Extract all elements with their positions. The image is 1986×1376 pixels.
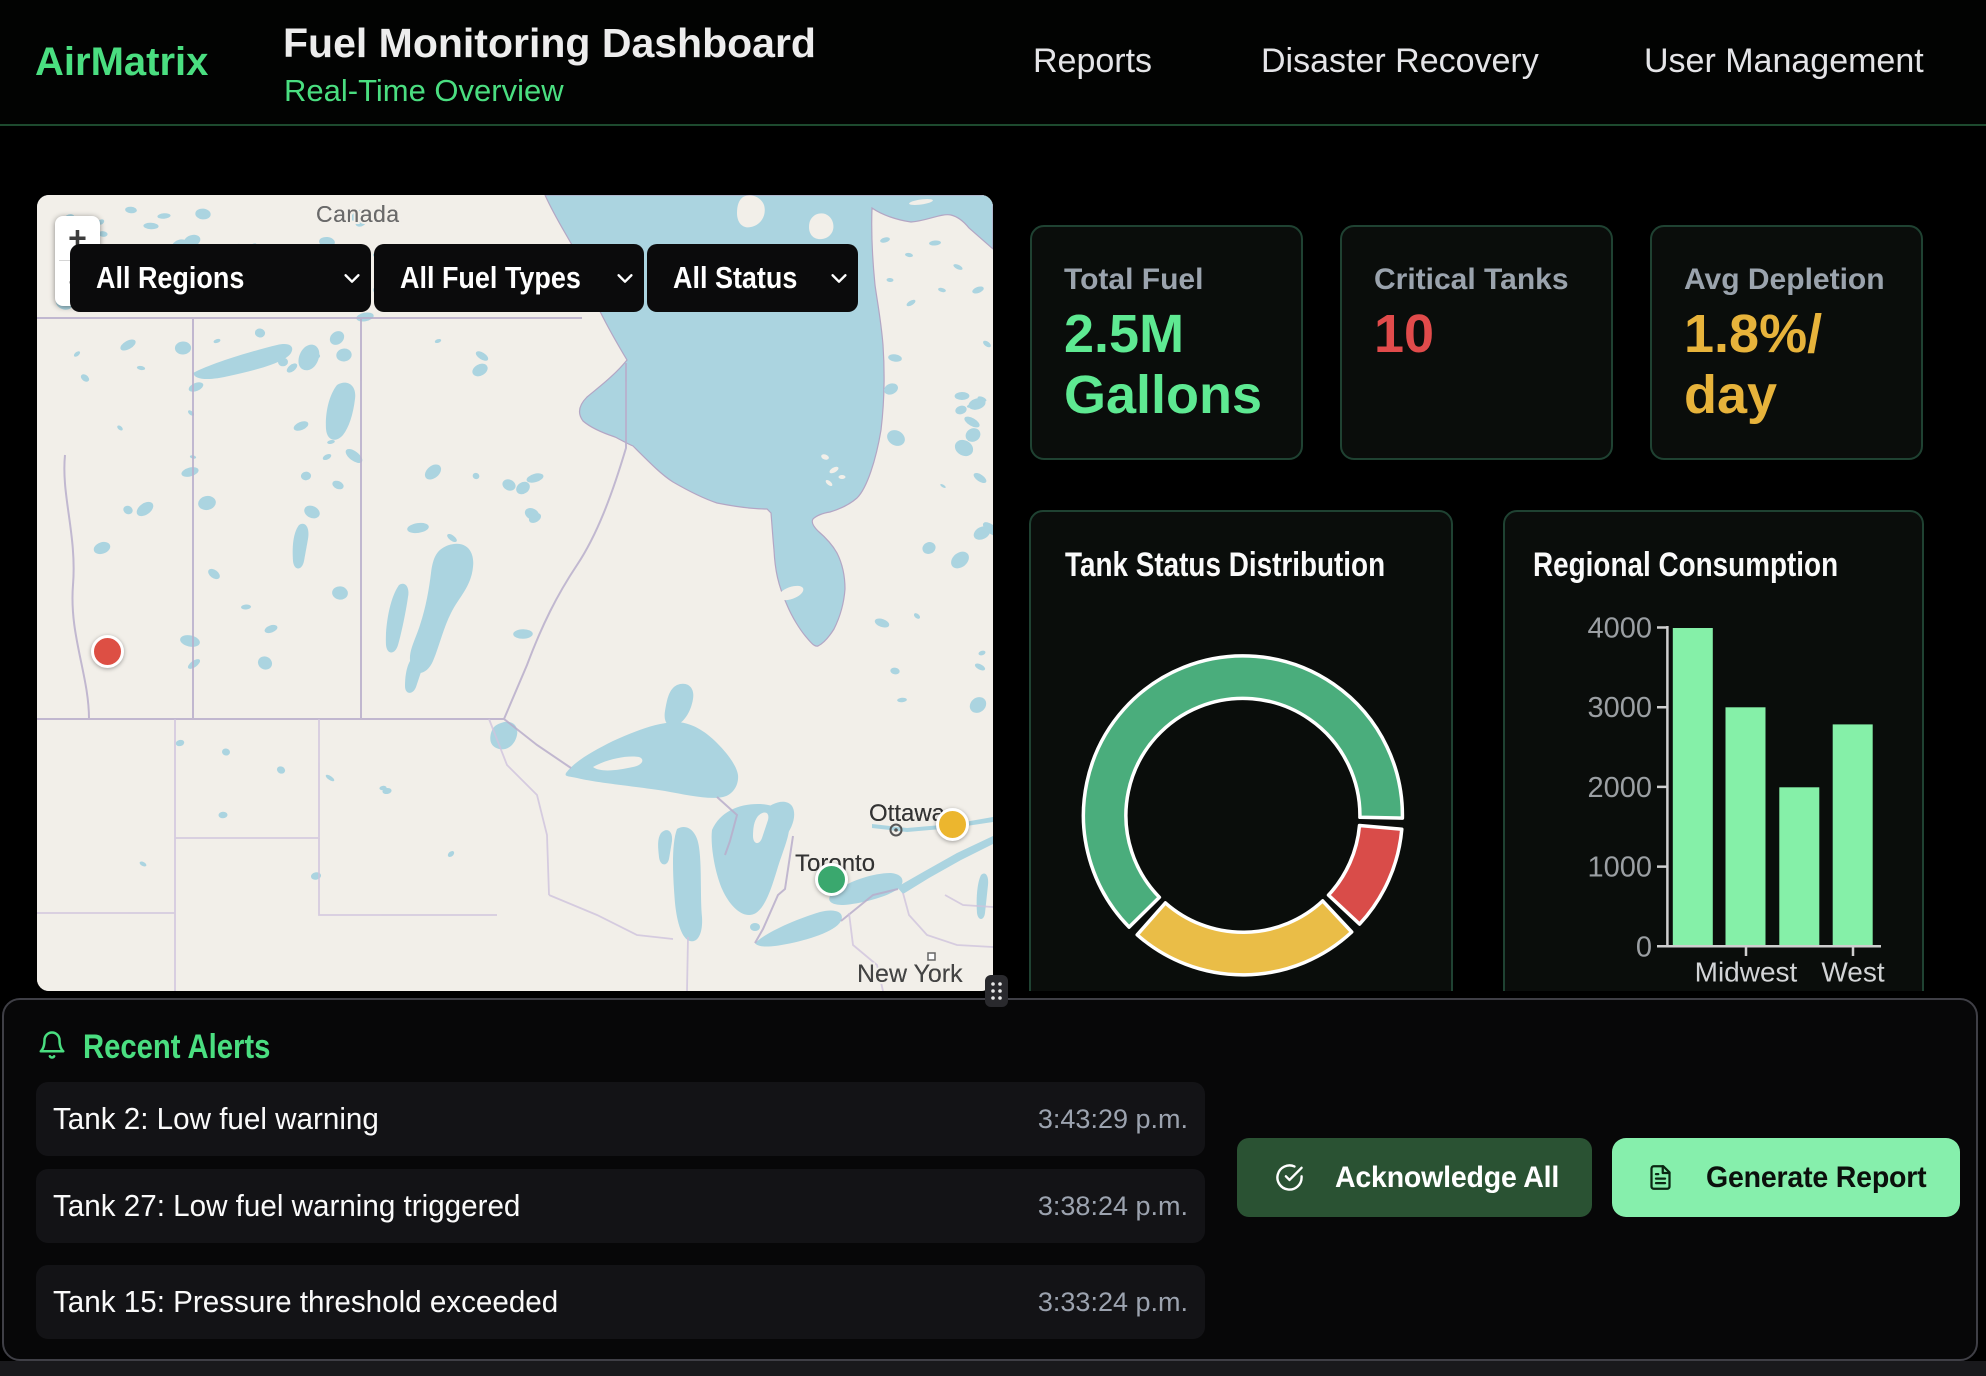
svg-text:Canada: Canada [316, 201, 400, 227]
svg-text:Midwest: Midwest [1695, 957, 1798, 988]
svg-text:West: West [1821, 957, 1884, 988]
svg-text:2000: 2000 [1587, 772, 1652, 804]
svg-text:New York: New York [857, 960, 963, 988]
svg-text:3000: 3000 [1587, 692, 1652, 724]
svg-text:1000: 1000 [1587, 852, 1652, 884]
svg-text:4000: 4000 [1587, 613, 1652, 645]
svg-text:Ottawa: Ottawa [869, 800, 946, 827]
svg-text:0: 0 [1636, 931, 1652, 963]
